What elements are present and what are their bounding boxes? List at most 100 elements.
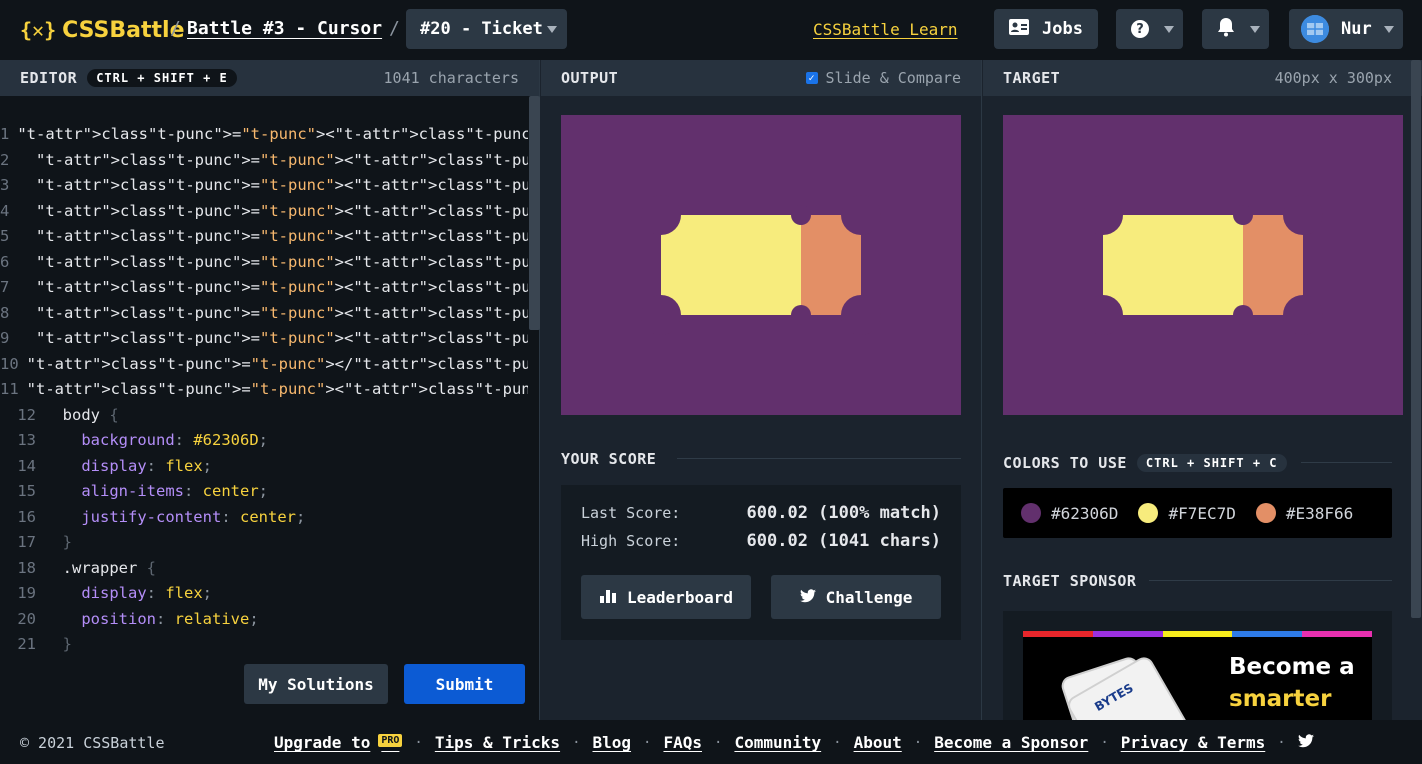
sponsor-banner[interactable]: BYTES Become a smarter xyxy=(1023,631,1372,731)
code-line[interactable]: 11 "t-attr">class"t-punc">="t-punc"><"t-a… xyxy=(0,377,528,403)
user-menu-button[interactable]: Nur xyxy=(1289,9,1403,49)
code-line[interactable]: 16 justify-content: center; xyxy=(0,505,528,531)
color-swatch-item[interactable]: #62306D xyxy=(1021,503,1118,523)
footer-link[interactable]: Privacy & Terms xyxy=(1121,733,1266,752)
footer-separator: · xyxy=(913,734,923,751)
color-hex-label[interactable]: #F7EC7D xyxy=(1168,504,1235,523)
line-number: 7 xyxy=(0,278,10,296)
code-line[interactable]: 4 "t-attr">class"t-punc">="t-punc"><"t-a… xyxy=(0,199,528,225)
line-number: 10 xyxy=(0,354,19,373)
code-line[interactable]: 19 display: flex; xyxy=(0,581,528,607)
line-code: "t-attr">class"t-punc">="t-punc"><"t-att… xyxy=(36,303,528,322)
editor-scrollbar[interactable] xyxy=(529,96,540,330)
page-scrollbar[interactable] xyxy=(1411,60,1421,618)
target-header: TARGET 400px x 300px xyxy=(983,60,1422,96)
notifications-button[interactable] xyxy=(1202,9,1269,49)
color-swatch[interactable] xyxy=(1138,503,1159,523)
challenge-button[interactable]: Challenge xyxy=(771,575,941,619)
checkbox-checked-icon[interactable]: ✓ xyxy=(805,72,818,84)
line-code: "t-attr">class"t-punc">="t-punc"><"t-att… xyxy=(17,125,528,143)
line-number: 21 xyxy=(17,635,36,652)
twitter-icon[interactable] xyxy=(1297,733,1314,752)
line-code: display: flex; xyxy=(81,456,213,475)
color-swatch-item[interactable]: #E38F66 xyxy=(1255,503,1353,523)
code-line[interactable]: 7 "t-attr">class"t-punc">="t-punc"><"t-a… xyxy=(0,275,528,301)
upgrade-link[interactable]: Upgrade to PRO xyxy=(274,733,403,752)
code-editor[interactable]: 1 "t-attr">class"t-punc">="t-punc"><"t-at… xyxy=(0,122,528,652)
jobs-button[interactable]: Jobs xyxy=(994,9,1098,49)
bell-icon xyxy=(1217,17,1235,42)
line-number: 4 xyxy=(0,201,10,220)
code-line[interactable]: 6 "t-attr">class"t-punc">="t-punc"><"t-a… xyxy=(0,250,528,276)
top-header: {✕} CSSBattle / Battle #3 - Cursor / #20… xyxy=(0,0,1422,60)
footer-link[interactable]: Community xyxy=(734,733,821,752)
line-code: align-items: center; xyxy=(81,482,269,500)
code-line[interactable]: 13 background: #62306D; xyxy=(0,428,528,454)
line-code: .wrapper { xyxy=(44,558,156,577)
footer-link[interactable]: FAQs xyxy=(663,733,702,752)
footer-separator: · xyxy=(1100,734,1109,751)
line-code: } xyxy=(62,635,73,652)
target-panel: TARGET 400px x 300px COLORS TO USE CTRL … xyxy=(983,60,1422,731)
code-line[interactable]: 18 .wrapper { xyxy=(0,556,528,582)
code-line[interactable]: 15 align-items: center; xyxy=(0,479,528,505)
code-line[interactable]: 3 "t-attr">class"t-punc">="t-punc"><"t-a… xyxy=(0,173,528,199)
code-line[interactable]: 2 "t-attr">class"t-punc">="t-punc"><"t-a… xyxy=(0,148,528,174)
footer-separator: · xyxy=(1277,734,1286,751)
color-hex-label[interactable]: #E38F66 xyxy=(1286,504,1353,523)
color-hex-label[interactable]: #62306D xyxy=(1051,504,1118,523)
code-line[interactable]: 20 position: relative; xyxy=(0,607,528,633)
line-code: position: relative; xyxy=(81,609,259,628)
code-line[interactable]: 21 } xyxy=(0,632,528,652)
help-menu-button[interactable]: ? xyxy=(1116,9,1183,49)
code-line[interactable]: 1 "t-attr">class"t-punc">="t-punc"><"t-at… xyxy=(0,122,528,148)
copyright: © 2021 CSSBattle xyxy=(20,734,165,752)
upgrade-label: Upgrade to xyxy=(274,733,371,752)
ticket-notch xyxy=(841,295,881,335)
code-line[interactable]: 10 "t-attr">class"t-punc">="t-punc"></"t-… xyxy=(0,352,528,378)
breadcrumb-separator: / xyxy=(389,18,400,39)
learn-link[interactable]: CSSBattle Learn xyxy=(813,20,958,39)
last-score-value: 600.02 (100% match) xyxy=(746,503,941,523)
line-code: "t-attr">class"t-punc">="t-punc"><"t-att… xyxy=(36,201,528,220)
line-number: 8 xyxy=(0,303,10,322)
footer-link[interactable]: Become a Sponsor xyxy=(934,733,1088,752)
slide-compare-toggle[interactable]: ✓ Slide & Compare xyxy=(805,69,961,87)
question-icon: ? xyxy=(1131,20,1149,38)
twitter-icon xyxy=(799,588,816,607)
chevron-down-icon xyxy=(1250,26,1260,33)
sponsor-line: Become a xyxy=(1229,654,1355,680)
code-line[interactable]: 14 display: flex; xyxy=(0,454,528,480)
chevron-down-icon xyxy=(547,26,557,33)
line-code: } xyxy=(62,533,73,551)
line-code: "t-attr">class"t-punc">="t-punc"></"t-at… xyxy=(26,354,528,373)
color-swatch[interactable] xyxy=(1021,503,1041,523)
color-swatch[interactable] xyxy=(1255,503,1276,523)
battle-link[interactable]: Battle #3 - Cursor xyxy=(187,18,382,39)
logo-text: CSSBattle xyxy=(62,17,185,43)
footer-link[interactable]: About xyxy=(854,733,902,752)
code-line[interactable]: 9 "t-attr">class"t-punc">="t-punc"><"t-a… xyxy=(0,326,528,352)
footer-link[interactable]: Tips & Tricks xyxy=(435,733,560,752)
colors-to-use-title: COLORS TO USE xyxy=(1003,454,1127,472)
code-line[interactable]: 17 } xyxy=(0,530,528,556)
sponsor-card[interactable]: BYTES Become a smarter xyxy=(1003,611,1392,731)
output-canvas[interactable] xyxy=(561,115,961,415)
target-select[interactable]: #20 - Ticket xyxy=(406,9,567,49)
high-score-label: High Score: xyxy=(581,532,681,550)
footer-separator: · xyxy=(572,734,581,751)
color-swatch-item[interactable]: #F7EC7D xyxy=(1138,503,1236,523)
footer-link[interactable]: Blog xyxy=(593,733,632,752)
leaderboard-button[interactable]: Leaderboard xyxy=(581,575,751,619)
cssbattle-logo[interactable]: {✕} CSSBattle xyxy=(20,16,185,44)
your-score-title: YOUR SCORE xyxy=(561,450,657,468)
code-line[interactable]: 5 "t-attr">class"t-punc">="t-punc"><"t-a… xyxy=(0,224,528,250)
code-line[interactable]: 8 "t-attr">class"t-punc">="t-punc"><"t-a… xyxy=(0,301,528,327)
my-solutions-button[interactable]: My Solutions xyxy=(244,664,388,704)
submit-button[interactable]: Submit xyxy=(404,664,525,704)
breadcrumb-separator: / xyxy=(170,18,181,39)
code-line[interactable]: 12 body { xyxy=(0,403,528,429)
line-number: 14 xyxy=(17,456,36,475)
line-code: "t-attr">class"t-punc">="t-punc"><"t-att… xyxy=(36,329,528,347)
chevron-down-icon xyxy=(1384,26,1394,33)
